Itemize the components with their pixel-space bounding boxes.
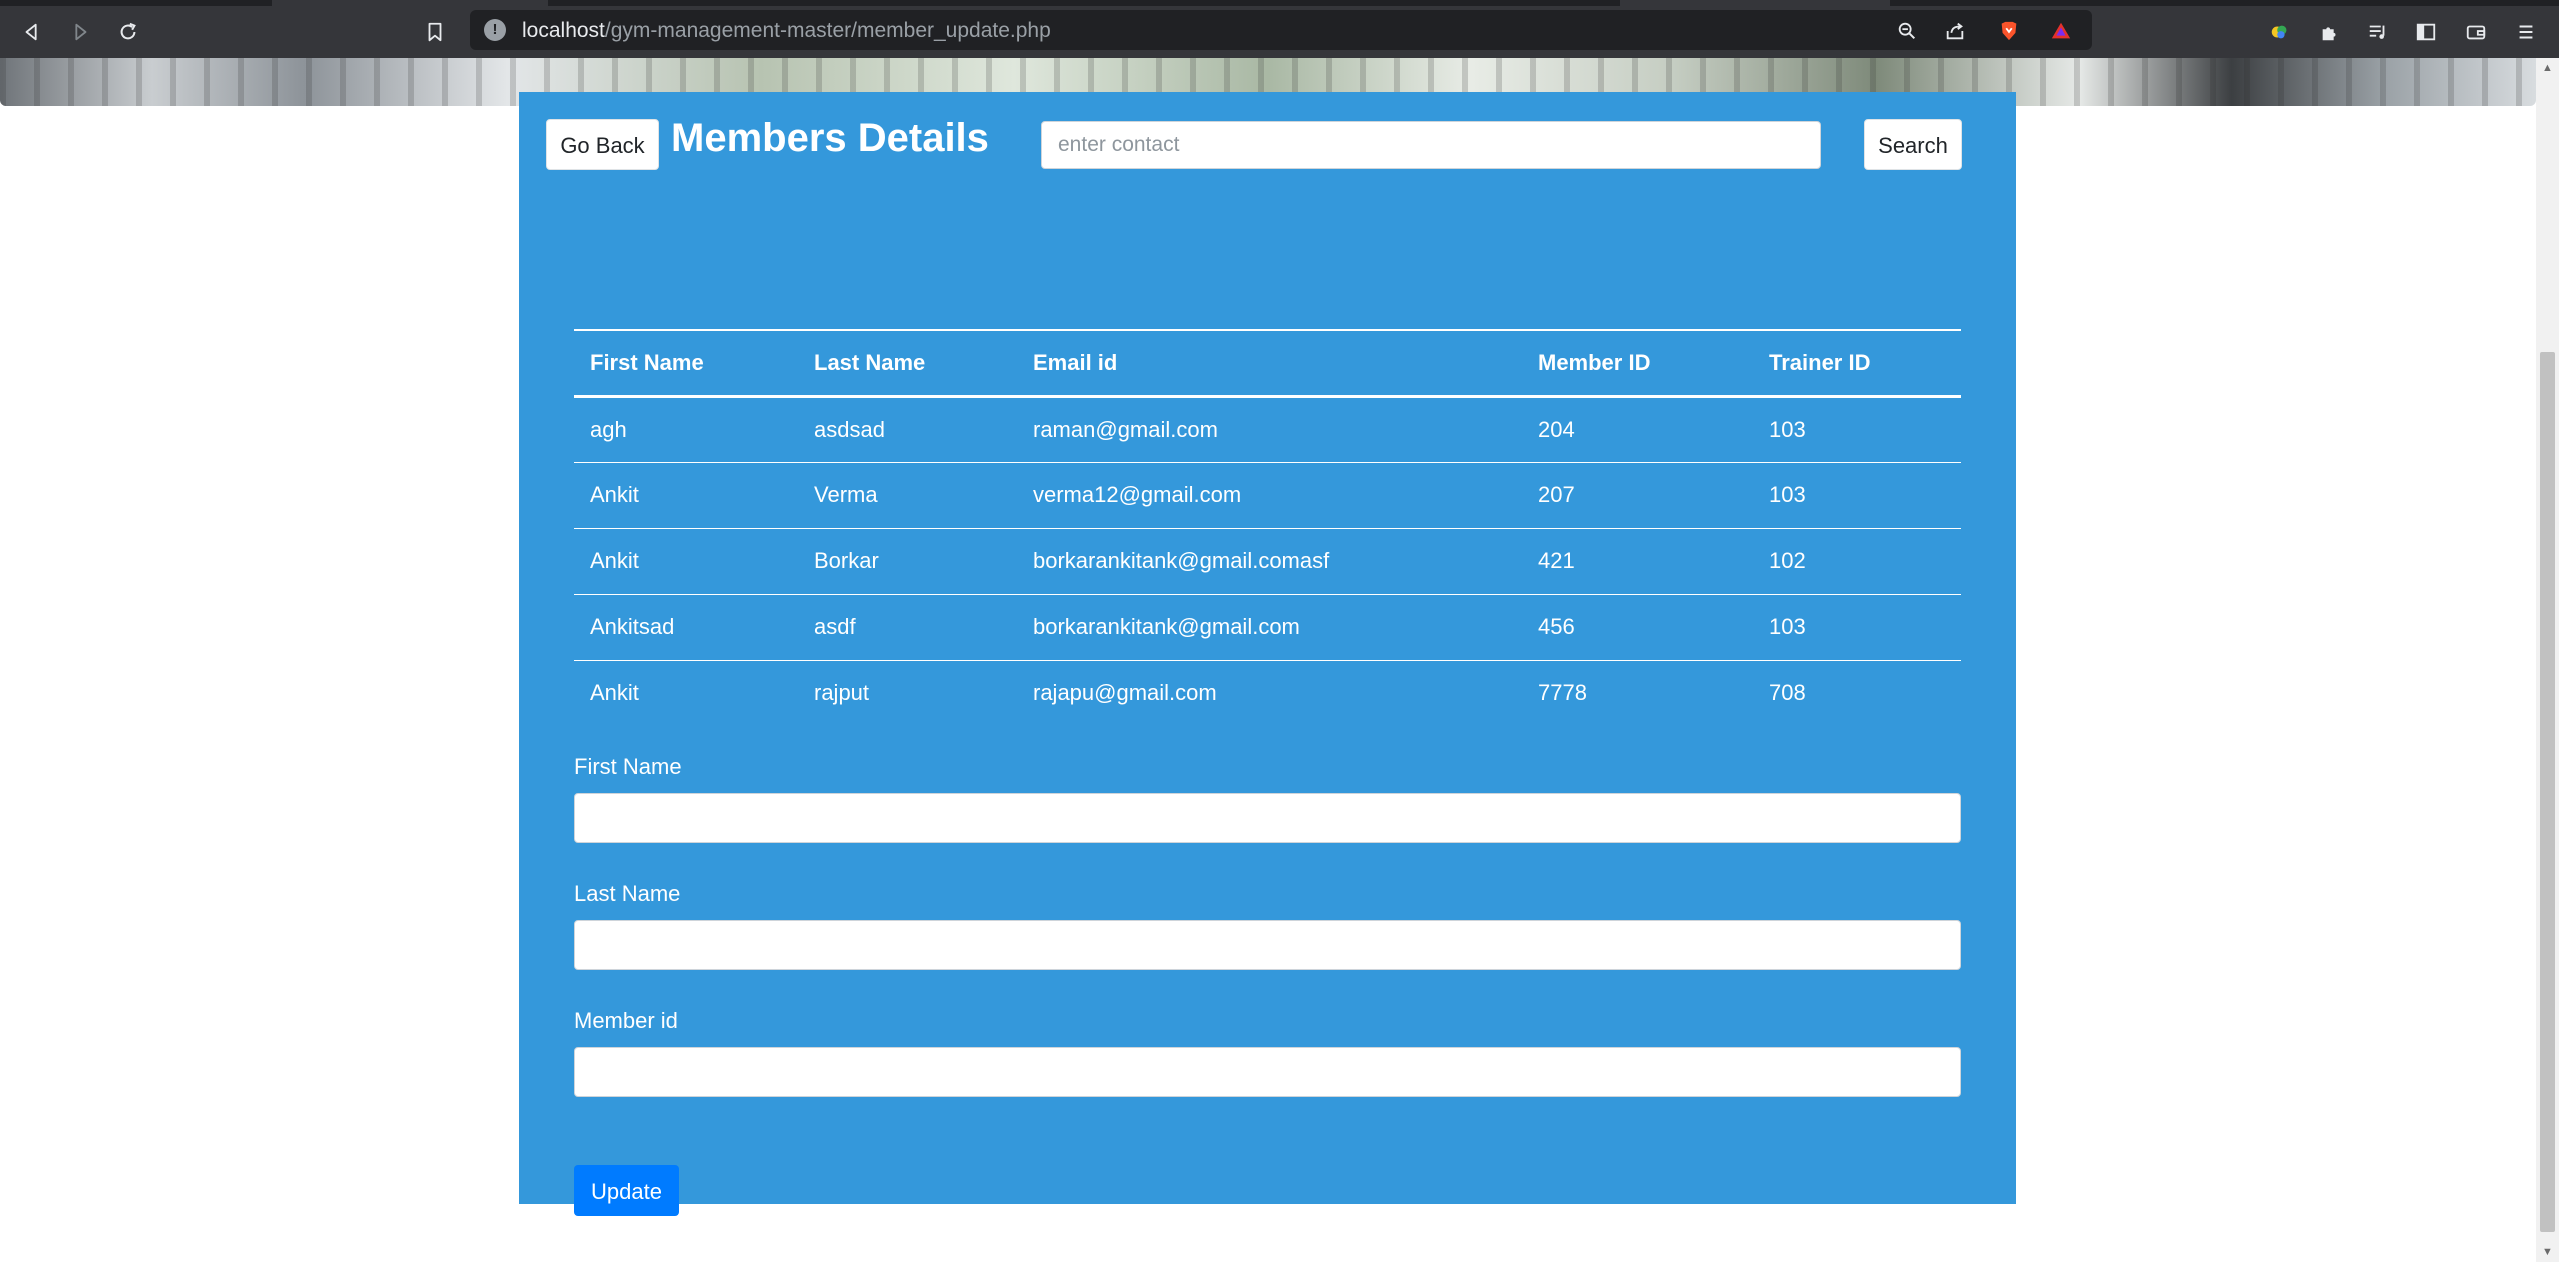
bookmark-icon[interactable]: [419, 16, 451, 48]
last-name-field[interactable]: [574, 920, 1961, 970]
table-row: Ankitsad asdf borkarankitank@gmail.com 4…: [574, 594, 1961, 661]
cell-last-name: asdf: [798, 594, 1017, 661]
cell-last-name: asdsad: [798, 396, 1017, 463]
cell-email: raman@gmail.com: [1017, 396, 1522, 463]
menu-icon[interactable]: [2510, 16, 2542, 48]
cell-trainer-id: 102: [1753, 528, 1961, 595]
cell-first-name: Ankit: [574, 462, 798, 529]
table-header-row: First Name Last Name Email id Member ID …: [574, 329, 1961, 398]
extensions-puzzle-icon[interactable]: [2314, 16, 2346, 48]
cell-first-name: Ankit: [574, 528, 798, 595]
page-viewport: Go Back Members Details Search First Nam…: [0, 58, 2536, 1262]
brave-shields-icon[interactable]: [1996, 18, 2022, 44]
cell-trainer-id: 103: [1753, 396, 1961, 463]
table-row: Ankit Borkar borkarankitank@gmail.comasf…: [574, 528, 1961, 595]
first-name-label: First Name: [574, 754, 682, 779]
members-panel: Go Back Members Details Search First Nam…: [519, 92, 2016, 1216]
url-host: localhost: [522, 19, 605, 42]
search-button[interactable]: Search: [1864, 119, 1962, 170]
member-id-field[interactable]: [574, 1047, 1961, 1097]
wallet-icon[interactable]: [2460, 16, 2492, 48]
share-icon[interactable]: [1942, 18, 1968, 44]
cell-email: borkarankitank@gmail.com: [1017, 594, 1522, 661]
scroll-up-arrow[interactable]: ▲: [2536, 58, 2559, 78]
cell-first-name: agh: [574, 396, 798, 463]
cell-member-id: 204: [1522, 396, 1753, 463]
cell-email: borkarankitank@gmail.comasf: [1017, 528, 1522, 595]
last-name-label: Last Name: [574, 881, 681, 906]
media-playlist-icon[interactable]: [2362, 16, 2394, 48]
cell-last-name: Verma: [798, 462, 1017, 529]
go-back-button[interactable]: Go Back: [546, 119, 659, 170]
page-scrollbar[interactable]: ▲ ▼: [2536, 58, 2559, 1262]
table-row: agh asdsad raman@gmail.com 204 103: [574, 396, 1961, 463]
scrollbar-thumb[interactable]: [2540, 352, 2555, 1232]
address-bar[interactable]: ! localhost/gym-management-master/member…: [470, 10, 2092, 50]
cell-first-name: Ankitsad: [574, 594, 798, 661]
extension-icon[interactable]: [2264, 16, 2296, 48]
update-button[interactable]: Update: [574, 1165, 679, 1216]
table-row: Ankit rajput rajapu@gmail.com 7778 708: [574, 660, 1961, 726]
zoom-icon[interactable]: [1894, 18, 1920, 44]
members-table: First Name Last Name Email id Member ID …: [574, 329, 1961, 726]
cell-email: verma12@gmail.com: [1017, 462, 1522, 529]
cell-member-id: 207: [1522, 462, 1753, 529]
browser-toolbar: ! localhost/gym-management-master/member…: [0, 6, 2559, 58]
back-icon[interactable]: [16, 16, 48, 48]
cell-member-id: 421: [1522, 528, 1753, 595]
table-row: Ankit Verma verma12@gmail.com 207 103: [574, 462, 1961, 529]
first-name-field[interactable]: [574, 793, 1961, 843]
member-id-label: Member id: [574, 1008, 678, 1033]
cell-first-name: Ankit: [590, 680, 639, 706]
scroll-down-arrow[interactable]: ▼: [2536, 1242, 2559, 1262]
brave-rewards-icon[interactable]: [2048, 18, 2074, 44]
site-info-icon[interactable]: !: [484, 19, 506, 41]
cell-email: rajapu@gmail.com: [1033, 680, 1217, 706]
column-header-email: Email id: [1017, 329, 1522, 398]
cell-member-id: 456: [1522, 594, 1753, 661]
url-path: /gym-management-master/member_update.php: [604, 19, 1051, 42]
column-header-first-name: First Name: [574, 329, 798, 398]
cell-member-id: 7778: [1538, 680, 1587, 706]
reload-icon[interactable]: [112, 16, 144, 48]
sidebar-icon[interactable]: [2410, 16, 2442, 48]
cell-last-name: Borkar: [798, 528, 1017, 595]
cell-trainer-id: 103: [1753, 462, 1961, 529]
column-header-trainer-id: Trainer ID: [1753, 329, 1961, 398]
url-text[interactable]: localhost/gym-management-master/member_u…: [522, 19, 1051, 43]
cell-last-name: rajput: [814, 680, 870, 706]
column-header-last-name: Last Name: [798, 329, 1017, 398]
column-header-member-id: Member ID: [1522, 329, 1753, 398]
cell-trainer-id: 103: [1753, 594, 1961, 661]
cell-trainer-id: 708: [1769, 680, 1806, 706]
page-title: Members Details: [671, 116, 989, 160]
forward-icon[interactable]: [64, 16, 96, 48]
contact-search-input[interactable]: [1041, 121, 1821, 169]
